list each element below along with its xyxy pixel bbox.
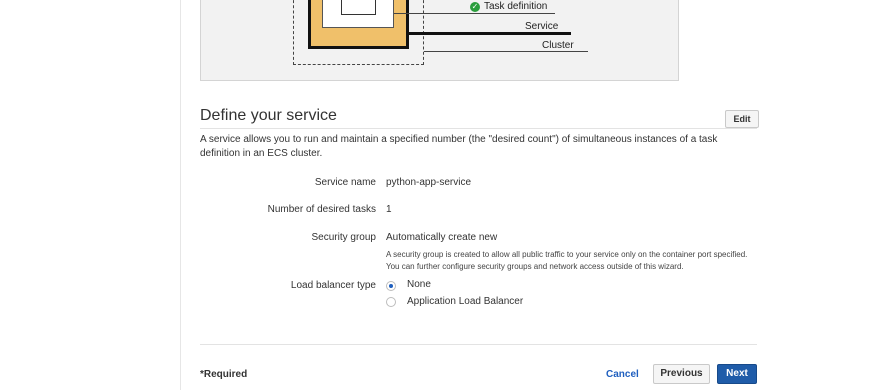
- left-divider: [180, 0, 181, 390]
- desired-tasks-label: Number of desired tasks: [267, 204, 376, 215]
- task-definition-box: [341, 0, 376, 15]
- cluster-connector: [424, 51, 588, 52]
- load-balancer-label: Load balancer type: [290, 280, 376, 291]
- security-group-label: Security group: [311, 232, 376, 243]
- security-group-value: Automatically create new: [386, 232, 498, 243]
- radio-none[interactable]: [386, 281, 396, 291]
- edit-button[interactable]: Edit: [725, 110, 759, 128]
- task-definition-label: Task definition: [484, 1, 548, 12]
- service-name-value: python-app-service: [386, 177, 472, 188]
- security-group-help-line2: You can further configure security group…: [386, 262, 684, 271]
- previous-button[interactable]: Previous: [653, 364, 710, 384]
- desired-tasks-value: 1: [386, 204, 392, 215]
- footer-divider: [200, 344, 757, 345]
- service-label: Service: [525, 21, 559, 32]
- required-note: *Required: [200, 369, 248, 380]
- security-group-help-line1: A security group is created to allow all…: [386, 250, 748, 259]
- section-title: Define your service: [200, 107, 337, 124]
- radio-none-label[interactable]: None: [407, 279, 431, 290]
- cancel-button[interactable]: Cancel: [606, 369, 639, 380]
- cluster-label: Cluster: [542, 40, 574, 51]
- check-circle-icon: ✓: [470, 2, 480, 12]
- section-divider: [200, 128, 757, 129]
- section-description: A service allows you to run and maintain…: [200, 134, 718, 159]
- service-connector: [409, 32, 571, 35]
- service-name-label: Service name: [314, 177, 376, 188]
- radio-application-load-balancer-label[interactable]: Application Load Balancer: [407, 296, 523, 307]
- task-definition-connector: [394, 13, 555, 14]
- next-button[interactable]: Next: [717, 364, 757, 384]
- radio-application-load-balancer[interactable]: [386, 297, 396, 307]
- service-diagram: ✓ Task definition Service Cluster: [200, 0, 679, 81]
